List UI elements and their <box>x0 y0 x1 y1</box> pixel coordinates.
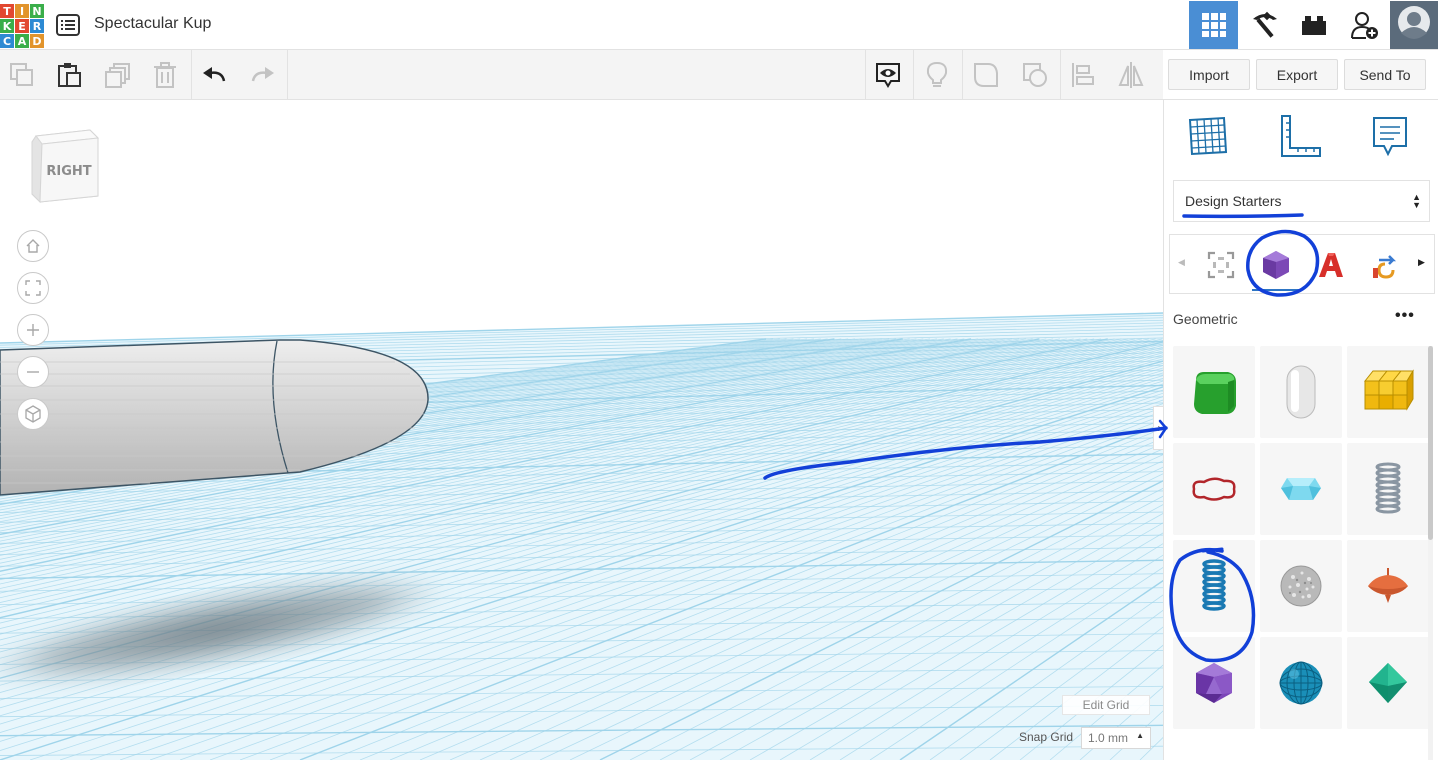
shape-gray-spring[interactable] <box>1347 443 1429 535</box>
fit-view-icon[interactable] <box>17 272 49 304</box>
delete-icon[interactable] <box>148 58 182 92</box>
toolbar-divider <box>865 50 866 100</box>
logo-letter: D <box>30 34 44 48</box>
ungroup-icon[interactable] <box>1018 58 1052 92</box>
design-title[interactable]: Spectacular Kup <box>94 15 211 33</box>
file-actions: Import Export Send To <box>1163 50 1438 100</box>
shape-list-scrollbar-thumb[interactable] <box>1428 346 1433 540</box>
paste-icon[interactable] <box>52 58 86 92</box>
featured-category-icon[interactable] <box>1201 245 1241 285</box>
select-arrows-icon: ▲ ▼ <box>1412 192 1421 210</box>
scroll-left-arrow-icon[interactable]: ◀ <box>1178 257 1185 268</box>
view-cube[interactable]: RIGHT <box>24 126 104 215</box>
shape-library-select[interactable]: Design Starters ▲ ▼ <box>1173 180 1430 222</box>
align-icon[interactable] <box>1066 58 1100 92</box>
view-cube-face-label: RIGHT <box>46 164 91 179</box>
pickaxe-icon[interactable] <box>1240 1 1289 49</box>
send-to-button[interactable]: Send To <box>1344 59 1426 90</box>
snap-grid-value: 1.0 mm <box>1088 731 1129 745</box>
collapse-panel-arrow-icon[interactable]: › <box>1153 406 1163 450</box>
copy-icon[interactable] <box>5 58 39 92</box>
shape-thin-torus[interactable] <box>1173 443 1255 535</box>
section-title: Geometric <box>1173 311 1238 327</box>
edit-grid-button[interactable]: Edit Grid <box>1062 695 1150 715</box>
group-icon[interactable] <box>969 58 1003 92</box>
home-view-icon[interactable] <box>17 230 49 262</box>
3d-design-grid-icon[interactable] <box>1189 1 1238 49</box>
tinkercad-editor: T I N K E R C A D Spectacular Kup Import… <box>0 0 1438 760</box>
toolbar-divider <box>287 50 288 100</box>
toolbar-divider <box>962 50 963 100</box>
show-hide-icon[interactable] <box>871 58 905 92</box>
logo-letter: T <box>0 4 14 18</box>
shape-icosahedron[interactable] <box>1173 637 1255 729</box>
export-button[interactable]: Export <box>1256 59 1338 90</box>
shape-grid <box>1173 346 1429 729</box>
edit-toolbar <box>0 50 1163 100</box>
logo-letter: C <box>0 34 14 48</box>
shape-blue-spring[interactable] <box>1173 540 1255 632</box>
tinkercad-logo[interactable]: T I N K E R C A D <box>0 4 44 48</box>
shape-rounded-cube[interactable] <box>1173 346 1255 438</box>
shape-library-value: Design Starters <box>1185 193 1282 209</box>
logo-letter: E <box>15 19 29 33</box>
geometric-category-icon[interactable] <box>1256 245 1296 285</box>
undo-icon[interactable] <box>198 58 232 92</box>
ruler-icon[interactable] <box>1278 114 1322 158</box>
design-list-icon[interactable] <box>56 14 80 36</box>
scroll-right-arrow-icon[interactable]: ▶ <box>1418 257 1425 268</box>
workplane-grid-icon[interactable] <box>1186 114 1230 158</box>
logo-letter: I <box>15 4 29 18</box>
shape-gem[interactable] <box>1260 443 1342 535</box>
duplicate-icon[interactable] <box>101 58 135 92</box>
toolbar-divider <box>191 50 192 100</box>
shapes-panel: Design Starters ▲ ▼ ◀ ▶ Geometric ••• <box>1163 100 1438 760</box>
toolbar-divider <box>913 50 914 100</box>
shape-octahedron[interactable] <box>1347 637 1429 729</box>
user-avatar[interactable] <box>1390 1 1438 49</box>
category-strip: ◀ ▶ <box>1169 234 1435 294</box>
snap-grid-label: Snap Grid <box>1019 730 1074 744</box>
zoom-in-icon[interactable] <box>17 314 49 346</box>
workplane-grid[interactable] <box>0 100 1163 760</box>
more-options-icon[interactable]: ••• <box>1395 307 1415 325</box>
logo-letter: N <box>30 4 44 18</box>
workplane-viewport[interactable]: RIGHT Edit Grid Snap Grid 1.0 mm ▲ › <box>0 100 1163 760</box>
redo-icon[interactable] <box>245 58 279 92</box>
logo-letter: R <box>30 19 44 33</box>
logo-letter: K <box>0 19 14 33</box>
add-user-icon[interactable] <box>1340 1 1389 49</box>
perspective-icon[interactable] <box>17 398 49 430</box>
zoom-out-icon[interactable] <box>17 356 49 388</box>
top-bar: T I N K E R C A D Spectacular Kup <box>0 0 1438 50</box>
mirror-icon[interactable] <box>1114 58 1148 92</box>
shape-capsule[interactable] <box>1260 346 1342 438</box>
logo-letter: A <box>15 34 29 48</box>
text-category-icon[interactable] <box>1311 245 1351 285</box>
snap-grid-select[interactable]: 1.0 mm ▲ <box>1081 727 1151 749</box>
light-bulb-icon[interactable] <box>920 58 954 92</box>
bricks-icon[interactable] <box>1289 1 1338 49</box>
notes-icon[interactable] <box>1368 114 1412 158</box>
shape-cube-grid[interactable] <box>1347 346 1429 438</box>
shape-textured-sphere[interactable] <box>1260 540 1342 632</box>
shape-geodesic-sphere[interactable] <box>1260 637 1342 729</box>
shape-spinning-top[interactable] <box>1347 540 1429 632</box>
connectors-category-icon[interactable] <box>1366 245 1406 285</box>
caret-up-icon: ▲ <box>1136 731 1144 740</box>
toolbar-divider <box>1060 50 1061 100</box>
import-button[interactable]: Import <box>1168 59 1250 90</box>
active-category-indicator <box>1252 289 1300 291</box>
